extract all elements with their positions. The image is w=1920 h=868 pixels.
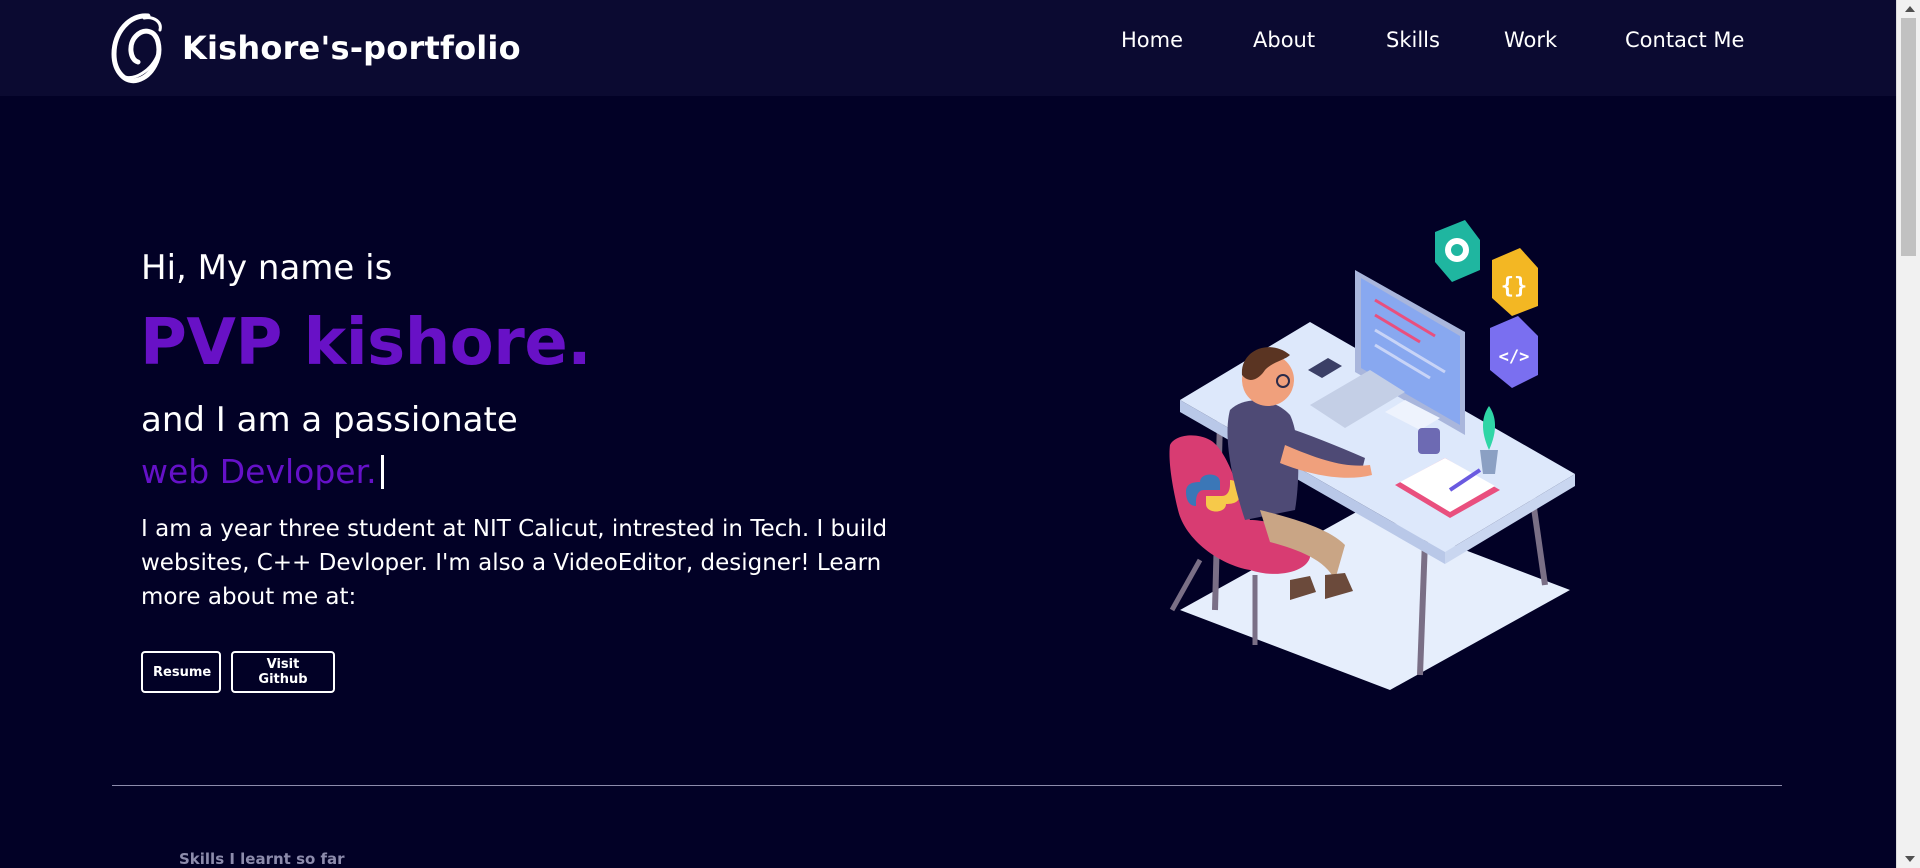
logo[interactable]: Kishore's-portfolio	[108, 10, 521, 86]
mug	[1418, 428, 1440, 454]
gear-icon	[1435, 220, 1480, 282]
site-title: Kishore's-portfolio	[182, 29, 521, 67]
braces-icon: {}	[1492, 248, 1538, 316]
navbar: Kishore's-portfolio Home About Skills Wo…	[0, 0, 1896, 96]
section-divider	[112, 785, 1782, 786]
hero-buttons: Resume Visit Github	[141, 651, 335, 693]
nav-home[interactable]: Home	[1121, 28, 1183, 52]
svg-text:</>: </>	[1499, 347, 1530, 367]
nav-contact[interactable]: Contact Me	[1625, 28, 1744, 52]
scroll-down-arrow-icon[interactable]	[1905, 856, 1915, 862]
github-button[interactable]: Visit Github	[231, 651, 335, 693]
swirl-logo-icon	[111, 13, 162, 84]
svg-text:{}: {}	[1501, 274, 1528, 299]
hero-bio: I am a year three student at NIT Calicut…	[141, 516, 888, 610]
nav-work[interactable]: Work	[1504, 28, 1557, 52]
hero-intro: and I am a passionate	[141, 400, 518, 440]
scroll-thumb[interactable]	[1901, 18, 1916, 256]
hero-role-line: web Devloper.	[141, 452, 384, 491]
resume-button[interactable]: Resume	[141, 651, 221, 693]
plant-pot	[1480, 450, 1498, 474]
hero-role: web Devloper.	[141, 452, 377, 491]
scroll-up-arrow-icon[interactable]	[1905, 6, 1915, 12]
developer-at-desk-illustration: {} </>	[1169, 220, 1575, 690]
nav-skills[interactable]: Skills	[1386, 28, 1440, 52]
code-tag-icon: </>	[1490, 316, 1538, 388]
typing-cursor	[380, 454, 384, 489]
nav-about[interactable]: About	[1253, 28, 1315, 52]
hero-name: PVP kishore.	[140, 306, 592, 380]
hero-greeting: Hi, My name is	[141, 248, 393, 288]
skills-heading: Skills I learnt so far	[179, 850, 345, 868]
scrollbar[interactable]	[1896, 0, 1920, 868]
